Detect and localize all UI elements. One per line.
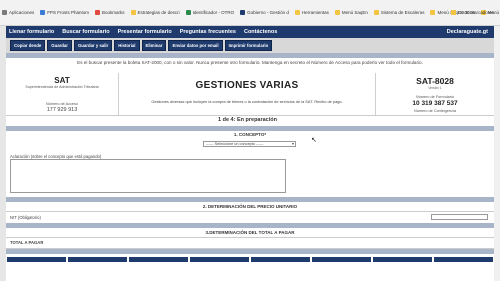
separator <box>6 223 494 228</box>
separator <box>6 126 494 131</box>
bookmark-label: Estrategias de descri <box>137 10 180 15</box>
other-bookmarks[interactable]: Otros marcadores <box>450 10 494 15</box>
toolbar-button[interactable]: Enviar datos por email <box>168 40 223 51</box>
form-number-label: Número de Formulario <box>416 95 454 99</box>
bookmark-label: Menú SaqEn <box>341 10 368 15</box>
site-name[interactable]: Declaraguate.gt <box>447 29 488 35</box>
form-title: GESTIONES VARIAS <box>195 80 299 91</box>
contingency-label: Número de Contingencia <box>413 108 456 113</box>
bookmark-icon <box>240 10 246 15</box>
toolbar-button[interactable]: Copiar desde <box>10 40 46 51</box>
toolbar-button[interactable]: Imprimir formulario <box>224 40 273 51</box>
nav-item[interactable]: Buscar formulario <box>62 29 109 35</box>
strip-button[interactable] <box>434 257 493 262</box>
step-indicator: 1 de 4: En preparación <box>218 117 277 123</box>
bookmark-label: Gobierno - Gestión d <box>247 10 289 15</box>
chevron-down-icon: ▾ <box>291 141 294 146</box>
bookmark-icon <box>185 10 191 15</box>
form-id-cell: SAT-8028 Versión 1 Número de Formulario … <box>376 73 494 115</box>
nav-item[interactable]: Preguntas frecuentes <box>180 29 236 35</box>
scrollbar[interactable] <box>494 26 500 281</box>
bookmark-icon <box>373 10 379 15</box>
bottom-button-strip <box>6 256 494 264</box>
bookmark-item[interactable]: Estrategias de descri <box>130 10 180 15</box>
nit-label: NIT (Obligatorio) <box>10 215 41 220</box>
separator <box>6 53 494 58</box>
bookmark-label: Herramientas <box>301 10 329 15</box>
form-page: Es el buscar presente la boleta SAT-2000… <box>6 53 494 281</box>
form-description: Gestiones diversas que incluyen la compr… <box>151 99 343 104</box>
nit-input[interactable] <box>431 214 488 220</box>
bookmark-icon <box>40 10 46 15</box>
bookmark-item[interactable]: Menú SaqEn <box>334 10 368 15</box>
bookmark-label: Bookmarks <box>102 10 125 15</box>
bookmark-icon <box>95 10 101 15</box>
toolbar-button[interactable]: Guardar <box>47 40 72 51</box>
strip-button[interactable] <box>68 257 127 262</box>
bookmark-label: Aplicaciones <box>9 10 35 15</box>
strip-button[interactable] <box>129 257 188 262</box>
bookmark-item[interactable]: Herramientas <box>294 10 329 15</box>
bookmark-label: FPS Frosts Phantom <box>47 10 90 15</box>
access-number: 177 929 913 <box>46 107 78 113</box>
total-label: TOTAL A PAGAR <box>10 240 44 245</box>
step-row: 1 de 4: En preparación <box>6 115 494 126</box>
agency-cell: SAT Superintendencia de Administración T… <box>6 73 119 115</box>
main-navbar: Llenar formulario Buscar formulario Presen… <box>6 26 494 38</box>
separator <box>6 197 494 202</box>
folder-icon <box>450 10 456 15</box>
title-cell: GESTIONES VARIAS Gestiones diversas que … <box>119 73 376 115</box>
section-total-title: 3.DETERMINACIÓN DEL TOTAL A PAGAR <box>205 230 295 235</box>
bookmarks-bar: Aplicaciones FPS Frosts Phantom Bookmarks E… <box>0 0 500 26</box>
strip-button[interactable] <box>251 257 310 262</box>
other-bookmarks-label: Otros marcadores <box>457 10 494 15</box>
form-number: 10 319 387 537 <box>412 99 458 107</box>
explain-textarea[interactable] <box>10 159 286 193</box>
bookmark-icon <box>294 10 300 15</box>
bookmark-item[interactable]: Identificador - OTRO <box>185 10 235 15</box>
toolbar-button[interactable]: Guardar y salir <box>73 40 113 51</box>
nav-item[interactable]: Llenar formulario <box>9 29 54 35</box>
notice-text: Es el buscar presente la boleta SAT-2000… <box>77 60 423 65</box>
bookmark-icon <box>130 10 136 15</box>
divider <box>6 211 494 212</box>
strip-button[interactable] <box>312 257 371 262</box>
bookmark-item[interactable]: Bookmarks <box>95 10 125 15</box>
separator <box>6 249 494 254</box>
form-header: SAT Superintendencia de Administración T… <box>6 73 494 115</box>
section-price-title: 2. DETERMINACIÓN DEL PRECIO UNITARIO <box>202 204 298 209</box>
form-version: Versión 1 <box>428 85 442 90</box>
form-toolbar: Copiar desde Guardar Guardar y salir Histor… <box>6 38 494 53</box>
access-label: Número de Acceso <box>45 102 79 106</box>
agency-name: SAT <box>54 76 70 85</box>
concept-select-value: ------ Seleccione un concepto ------ <box>206 142 264 146</box>
nav-item[interactable]: Contáctenos <box>244 29 277 35</box>
section-concept-title: 1. CONCEPTO* <box>233 132 267 137</box>
strip-button[interactable] <box>190 257 249 262</box>
mouse-cursor-icon: ↖ <box>311 137 317 144</box>
bookmark-label: Identificador - OTRO <box>192 10 235 15</box>
bookmark-icon <box>430 10 436 15</box>
concept-select[interactable]: ------ Seleccione un concepto ------ ▾ <box>203 141 296 147</box>
bookmark-item[interactable]: Gobierno - Gestión d <box>240 10 289 15</box>
bookmark-icon <box>2 10 7 15</box>
nav-item[interactable]: Presentar formulario <box>118 29 172 35</box>
strip-button[interactable] <box>7 257 66 262</box>
bookmark-label: Sistema de Escaleras <box>380 10 425 15</box>
toolbar-button[interactable]: Historial <box>114 40 140 51</box>
bookmark-icon <box>334 10 340 15</box>
strip-button[interactable] <box>373 257 432 262</box>
bookmark-item[interactable]: FPS Frosts Phantom <box>40 10 89 15</box>
bookmark-item[interactable]: Aplicaciones <box>2 10 34 15</box>
toolbar-button[interactable]: Eliminar <box>141 40 167 51</box>
form-code: SAT-8028 <box>416 76 454 86</box>
divider <box>6 237 494 238</box>
bookmark-item[interactable]: Sistema de Escaleras <box>373 10 425 15</box>
agency-subtitle: Superintendencia de Administración Tribu… <box>25 85 99 89</box>
